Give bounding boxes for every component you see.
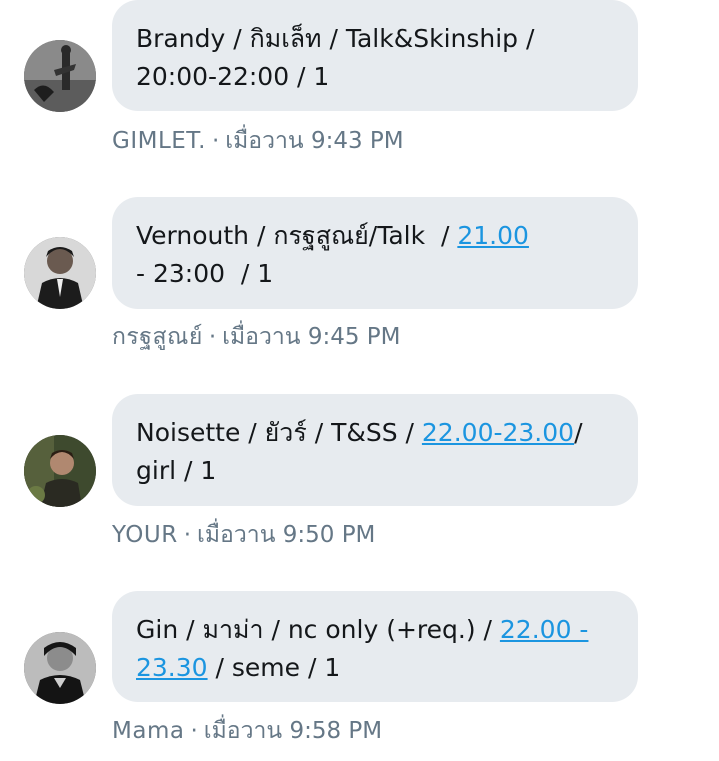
message-text: / seme / 1 xyxy=(207,653,341,682)
sender-name[interactable]: กรฐสูณย์ xyxy=(112,324,203,350)
sender-name[interactable]: YOUR xyxy=(112,522,178,548)
message-text: Noisette / ยัวร์ / T&SS / xyxy=(136,418,422,447)
message-meta: Mama · เมื่อวาน 9:58 PM xyxy=(112,716,382,746)
message-text: Brandy / กิมเล็ท / Talk&Skinship / 20:00… xyxy=(136,24,535,91)
timestamp: เมื่อวาน 9:45 PM xyxy=(222,324,401,350)
avatar[interactable] xyxy=(24,632,96,704)
sender-name[interactable]: GIMLET. xyxy=(112,128,206,154)
avatar[interactable] xyxy=(24,40,96,112)
time-link[interactable]: 21.00 xyxy=(457,221,529,250)
separator-dot: · xyxy=(183,522,192,548)
time-link[interactable]: 22.00-23.00 xyxy=(422,418,574,447)
message-meta: กรฐสูณย์ · เมื่อวาน 9:45 PM xyxy=(112,322,401,352)
sender-name[interactable]: Mama xyxy=(112,718,184,744)
avatar[interactable] xyxy=(24,435,96,507)
profile-photo-icon xyxy=(24,435,96,507)
message-bubble: Gin / มาม่า / nc only (+req.) / 22.00 - … xyxy=(112,591,638,702)
message-text: Vernouth / กรฐสูณย์/Talk / xyxy=(136,221,458,250)
message-bubble: Noisette / ยัวร์ / T&SS / 22.00-23.00/ g… xyxy=(112,394,638,506)
message-text: Gin / มาม่า / nc only (+req.) / xyxy=(136,615,500,644)
timestamp: เมื่อวาน 9:50 PM xyxy=(197,522,376,548)
timestamp: เมื่อวาน 9:43 PM xyxy=(225,128,404,154)
profile-photo-icon xyxy=(24,40,96,112)
message-bubble: Brandy / กิมเล็ท / Talk&Skinship / 20:00… xyxy=(112,0,638,111)
profile-photo-icon xyxy=(24,632,96,704)
avatar[interactable] xyxy=(24,237,96,309)
message-meta: GIMLET. · เมื่อวาน 9:43 PM xyxy=(112,126,404,156)
separator-dot: · xyxy=(208,324,217,350)
timestamp: เมื่อวาน 9:58 PM xyxy=(203,718,383,744)
message-bubble: Vernouth / กรฐสูณย์/Talk / 21.00 - 23:00… xyxy=(112,197,638,309)
message-meta: YOUR · เมื่อวาน 9:50 PM xyxy=(112,520,375,550)
message-text: - 23:00 / 1 xyxy=(136,259,274,288)
separator-dot: · xyxy=(190,718,198,744)
separator-dot: · xyxy=(211,128,220,154)
profile-photo-icon xyxy=(24,237,96,309)
message-thread: Brandy / กิมเล็ท / Talk&Skinship / 20:00… xyxy=(0,0,719,761)
